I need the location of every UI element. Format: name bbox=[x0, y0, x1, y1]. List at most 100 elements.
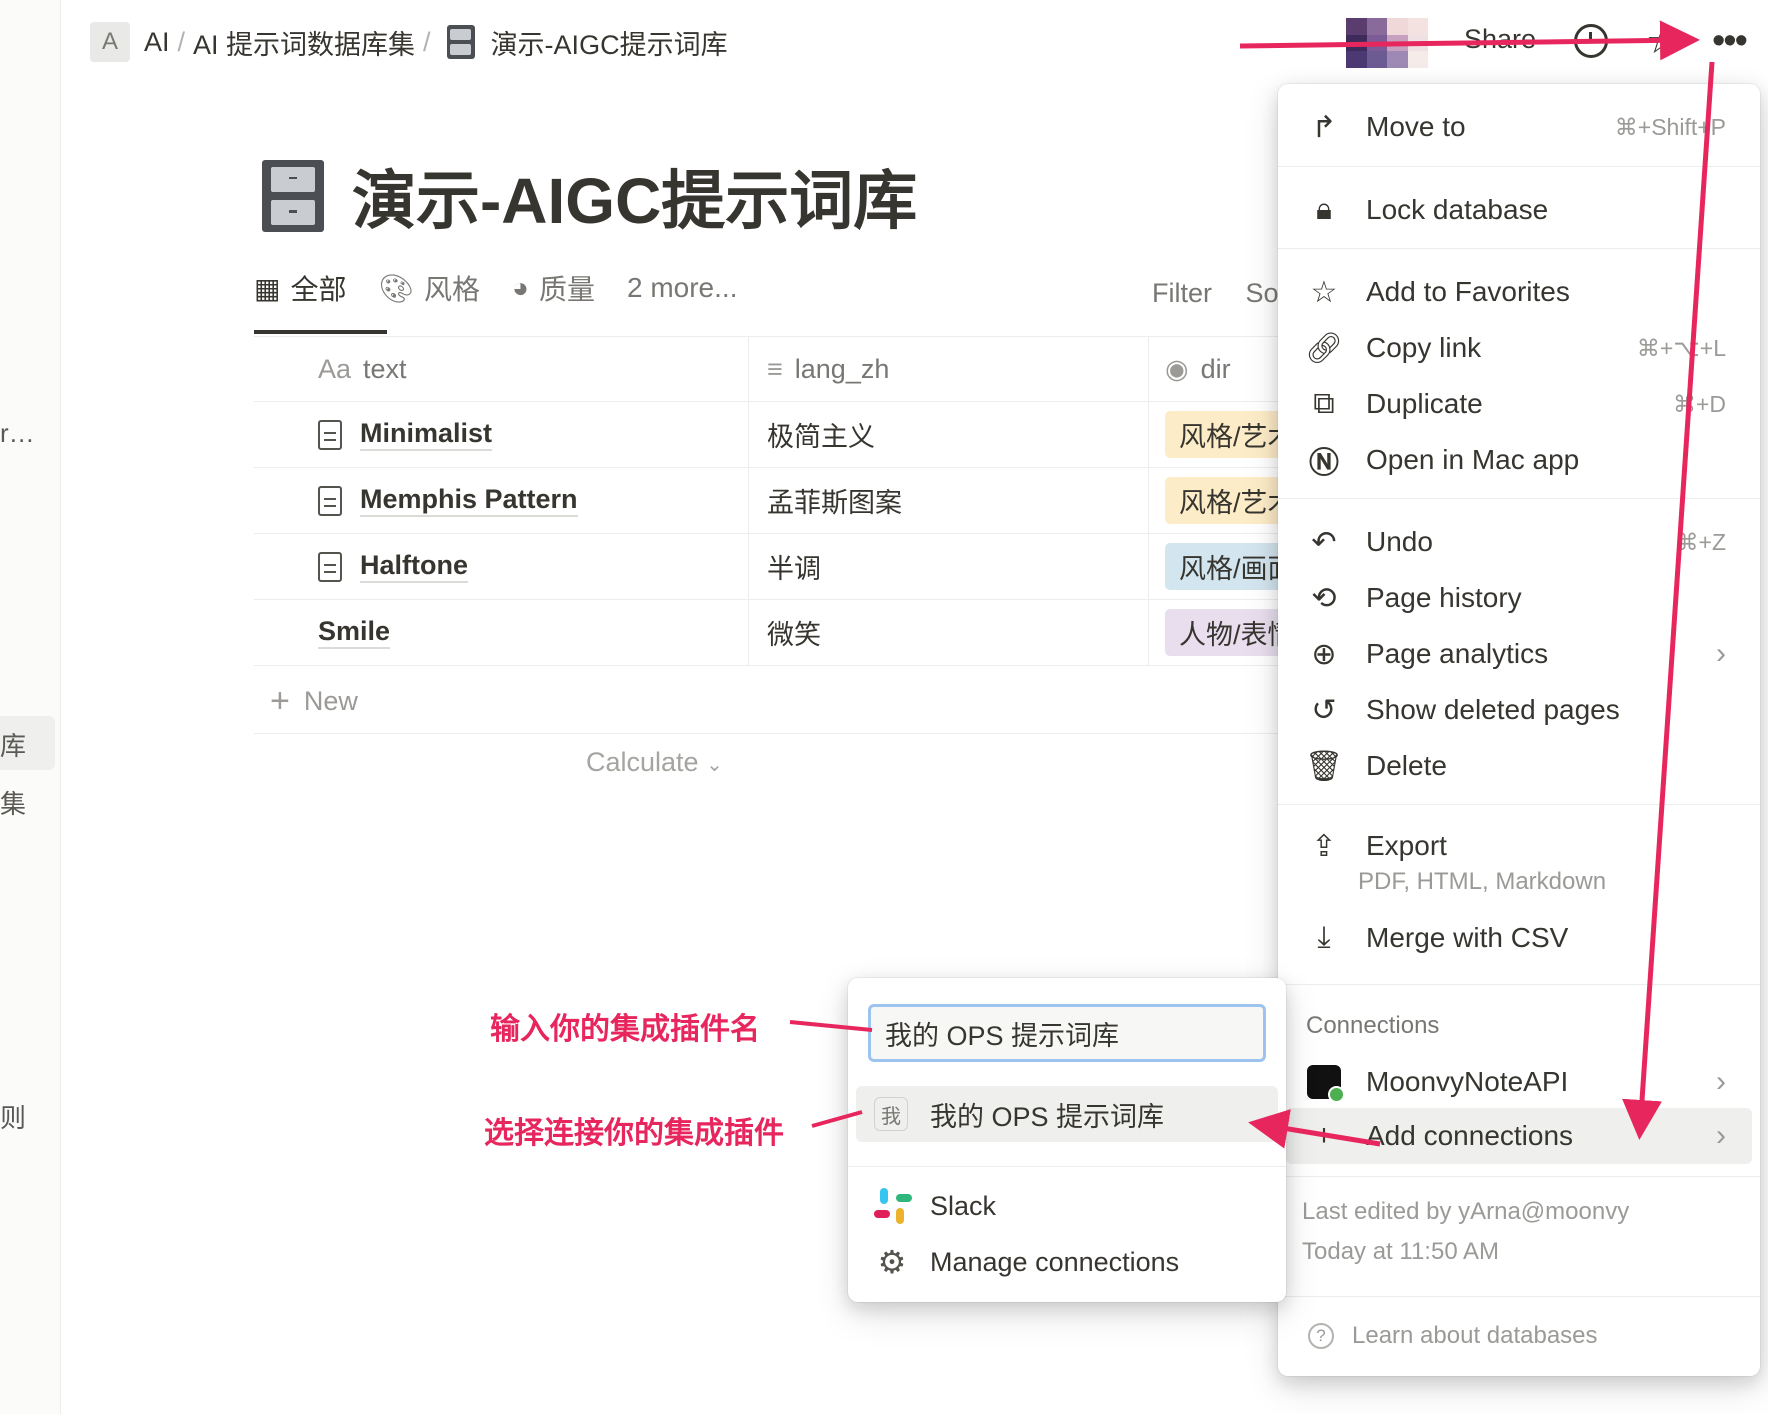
cell-lang-zh[interactable]: 半调 bbox=[749, 534, 1149, 599]
favorite-star-icon[interactable]: ☆ bbox=[1646, 20, 1678, 62]
filter-button[interactable]: Filter bbox=[1152, 278, 1212, 308]
row-title[interactable]: Halftone bbox=[360, 550, 468, 583]
share-button[interactable]: Share bbox=[1464, 24, 1536, 55]
file-cabinet-icon bbox=[446, 25, 475, 59]
menu-item-add-connections[interactable]: + Add connections › bbox=[1286, 1108, 1752, 1164]
table-row[interactable]: Minimalist 极简主义 风格/艺术 bbox=[254, 402, 1280, 468]
menu-item-show-deleted-pages[interactable]: ↺ Show deleted pages bbox=[1278, 682, 1760, 738]
file-cabinet-icon[interactable] bbox=[262, 160, 324, 232]
column-header-text[interactable]: Aa text bbox=[254, 337, 749, 401]
tab-all[interactable]: ▦ 全部 bbox=[254, 268, 346, 308]
menu-item-label: Add connections bbox=[1366, 1120, 1574, 1151]
menu-item-label: Undo bbox=[1366, 526, 1433, 557]
cell-lang-zh[interactable]: 微笑 bbox=[749, 600, 1149, 665]
integration-search-input[interactable] bbox=[868, 1004, 1266, 1062]
last-edited-time: Today at 11:50 AM bbox=[1302, 1238, 1500, 1265]
plus-icon: + bbox=[1315, 1119, 1333, 1152]
workspace-avatar[interactable]: A bbox=[90, 22, 130, 62]
slack-logo-icon bbox=[874, 1188, 912, 1224]
cell-text[interactable]: Memphis Pattern bbox=[254, 468, 749, 533]
integration-slack[interactable]: Slack bbox=[856, 1178, 1278, 1234]
breadcrumb-item-ai[interactable]: AI bbox=[144, 27, 170, 58]
table-row[interactable]: Smile 微笑 人物/表情 bbox=[254, 600, 1280, 666]
tab-style[interactable]: 🎨︎ 风格 bbox=[378, 268, 480, 308]
menu-item-label: Merge with CSV bbox=[1366, 922, 1569, 953]
menu-item-lock-database[interactable]: 🔒︎ Lock database bbox=[1278, 182, 1760, 238]
cell-dir[interactable]: 风格/艺术 bbox=[1149, 468, 1280, 533]
add-connections-popup: 我 我的 OPS 提示词库 Slack ⚙ Manage connections bbox=[848, 978, 1286, 1302]
undo-icon: ↶ bbox=[1311, 525, 1337, 559]
menu-item-label: MoonvyNoteAPI bbox=[1366, 1066, 1569, 1097]
menu-divider bbox=[1278, 248, 1760, 249]
sidebar-item-fragment[interactable]: 集 bbox=[0, 784, 26, 821]
last-edited-by: Last edited by yArna@moonvy bbox=[1302, 1198, 1630, 1225]
menu-item-merge-with-csv[interactable]: ⤓ Merge with CSV bbox=[1278, 910, 1760, 966]
select-property-icon: ◉ bbox=[1165, 353, 1189, 384]
more-options-icon[interactable]: ••• bbox=[1712, 22, 1748, 60]
updates-clock-icon[interactable] bbox=[1574, 24, 1608, 58]
cell-text[interactable]: Halftone bbox=[254, 534, 749, 599]
palette-icon: 🎨︎ bbox=[378, 272, 415, 304]
table-row[interactable]: Halftone 半调 风格/画面 bbox=[254, 534, 1280, 600]
menu-divider bbox=[1278, 984, 1760, 985]
cell-dir[interactable]: 人物/表情 bbox=[1149, 600, 1280, 665]
menu-item-open-in-mac-app[interactable]: Ⓝ Open in Mac app bbox=[1278, 432, 1760, 488]
breadcrumb-item-current[interactable]: 演示-AIGC提示词库 bbox=[491, 23, 728, 62]
cell-text[interactable]: Smile bbox=[254, 600, 749, 665]
sidebar-item-fragment[interactable]: 则 bbox=[0, 1098, 26, 1135]
menu-item-label: Export bbox=[1366, 830, 1447, 861]
annotation-input-hint: 输入你的集成插件名 bbox=[490, 1013, 760, 1046]
cell-dir[interactable]: 风格/画面 bbox=[1149, 534, 1280, 599]
calculate-button[interactable]: Calculate ⌄ bbox=[586, 747, 723, 778]
table-row[interactable]: Memphis Pattern 孟菲斯图案 风格/艺术 bbox=[254, 468, 1280, 534]
shortcut-hint: ⌘+Z bbox=[1675, 528, 1726, 555]
dir-tag: 风格/艺术 bbox=[1165, 477, 1280, 524]
connections-heading: Connections bbox=[1306, 1012, 1440, 1039]
collaborator-avatars[interactable] bbox=[1346, 18, 1428, 68]
link-icon: 🔗︎ bbox=[1304, 331, 1344, 365]
breadcrumb-separator: / bbox=[177, 26, 186, 57]
row-title[interactable]: Memphis Pattern bbox=[360, 484, 578, 517]
tab-quality[interactable]: ◕ 质量 bbox=[512, 268, 595, 308]
column-label: dir bbox=[1200, 353, 1231, 384]
menu-divider bbox=[1278, 804, 1760, 805]
connection-moonvynoteapi[interactable]: MoonvyNoteAPI › bbox=[1278, 1054, 1760, 1110]
column-label: lang_zh bbox=[794, 353, 890, 384]
row-title[interactable]: Smile bbox=[318, 616, 391, 649]
menu-item-export[interactable]: ⇪ Export bbox=[1278, 818, 1760, 874]
menu-item-undo[interactable]: ↶ Undo ⌘+Z bbox=[1278, 514, 1760, 570]
manage-connections-button[interactable]: ⚙ Manage connections bbox=[856, 1234, 1278, 1290]
table-icon: ▦ bbox=[254, 272, 281, 304]
learn-about-databases-link[interactable]: ? Learn about databases bbox=[1308, 1322, 1598, 1350]
menu-item-page-history[interactable]: ⟲ Page history bbox=[1278, 570, 1760, 626]
page-title[interactable]: 演示-AIGC提示词库 bbox=[352, 150, 917, 242]
cell-lang-zh[interactable]: 孟菲斯图案 bbox=[749, 468, 1149, 533]
cell-lang-zh[interactable]: 极简主义 bbox=[749, 402, 1149, 467]
integration-initial-badge: 我 bbox=[874, 1097, 908, 1131]
sidebar-item-fragment[interactable]: r… bbox=[0, 418, 35, 449]
more-views-button[interactable]: 2 more... bbox=[627, 272, 737, 304]
chevron-down-icon: ⌄ bbox=[706, 754, 723, 776]
column-header-lang-zh[interactable]: ≡ lang_zh bbox=[749, 337, 1149, 401]
breadcrumb-item-collection[interactable]: AI 提示词数据库集 bbox=[193, 23, 415, 62]
active-tab-indicator bbox=[254, 330, 387, 334]
download-arrow-icon: ⤓ bbox=[1317, 921, 1331, 954]
menu-item-page-analytics[interactable]: ⊕ Page analytics › bbox=[1278, 626, 1760, 682]
sort-button[interactable]: So bbox=[1246, 278, 1279, 308]
integration-result-my-ops[interactable]: 我 我的 OPS 提示词库 bbox=[856, 1086, 1278, 1142]
moonvy-api-logo-icon bbox=[1307, 1065, 1345, 1103]
menu-item-copy-link[interactable]: 🔗︎ Copy link ⌘+⌥+L bbox=[1278, 320, 1760, 376]
menu-item-duplicate[interactable]: ⧉ Duplicate ⌘+D bbox=[1278, 376, 1760, 432]
menu-item-label: Copy link bbox=[1366, 332, 1482, 363]
menu-item-move-to[interactable]: ↱ Move to ⌘+Shift+P bbox=[1278, 99, 1760, 155]
menu-item-delete[interactable]: 🗑︎ Delete bbox=[1278, 738, 1760, 794]
row-title[interactable]: Minimalist bbox=[360, 418, 493, 451]
cell-text[interactable]: Minimalist bbox=[254, 402, 749, 467]
new-row-button[interactable]: + New bbox=[254, 670, 1280, 734]
column-header-dir[interactable]: ◉ dir bbox=[1149, 337, 1280, 401]
menu-item-add-to-favorites[interactable]: ☆ Add to Favorites bbox=[1278, 264, 1760, 320]
cell-dir[interactable]: 风格/艺术 bbox=[1149, 402, 1280, 467]
topbar: A AI / AI 提示词数据库集 / 演示-AIGC提示词库 Share ☆ … bbox=[0, 0, 1768, 84]
sidebar-item-fragment[interactable]: 库 bbox=[0, 726, 26, 763]
menu-divider bbox=[1278, 1296, 1760, 1297]
